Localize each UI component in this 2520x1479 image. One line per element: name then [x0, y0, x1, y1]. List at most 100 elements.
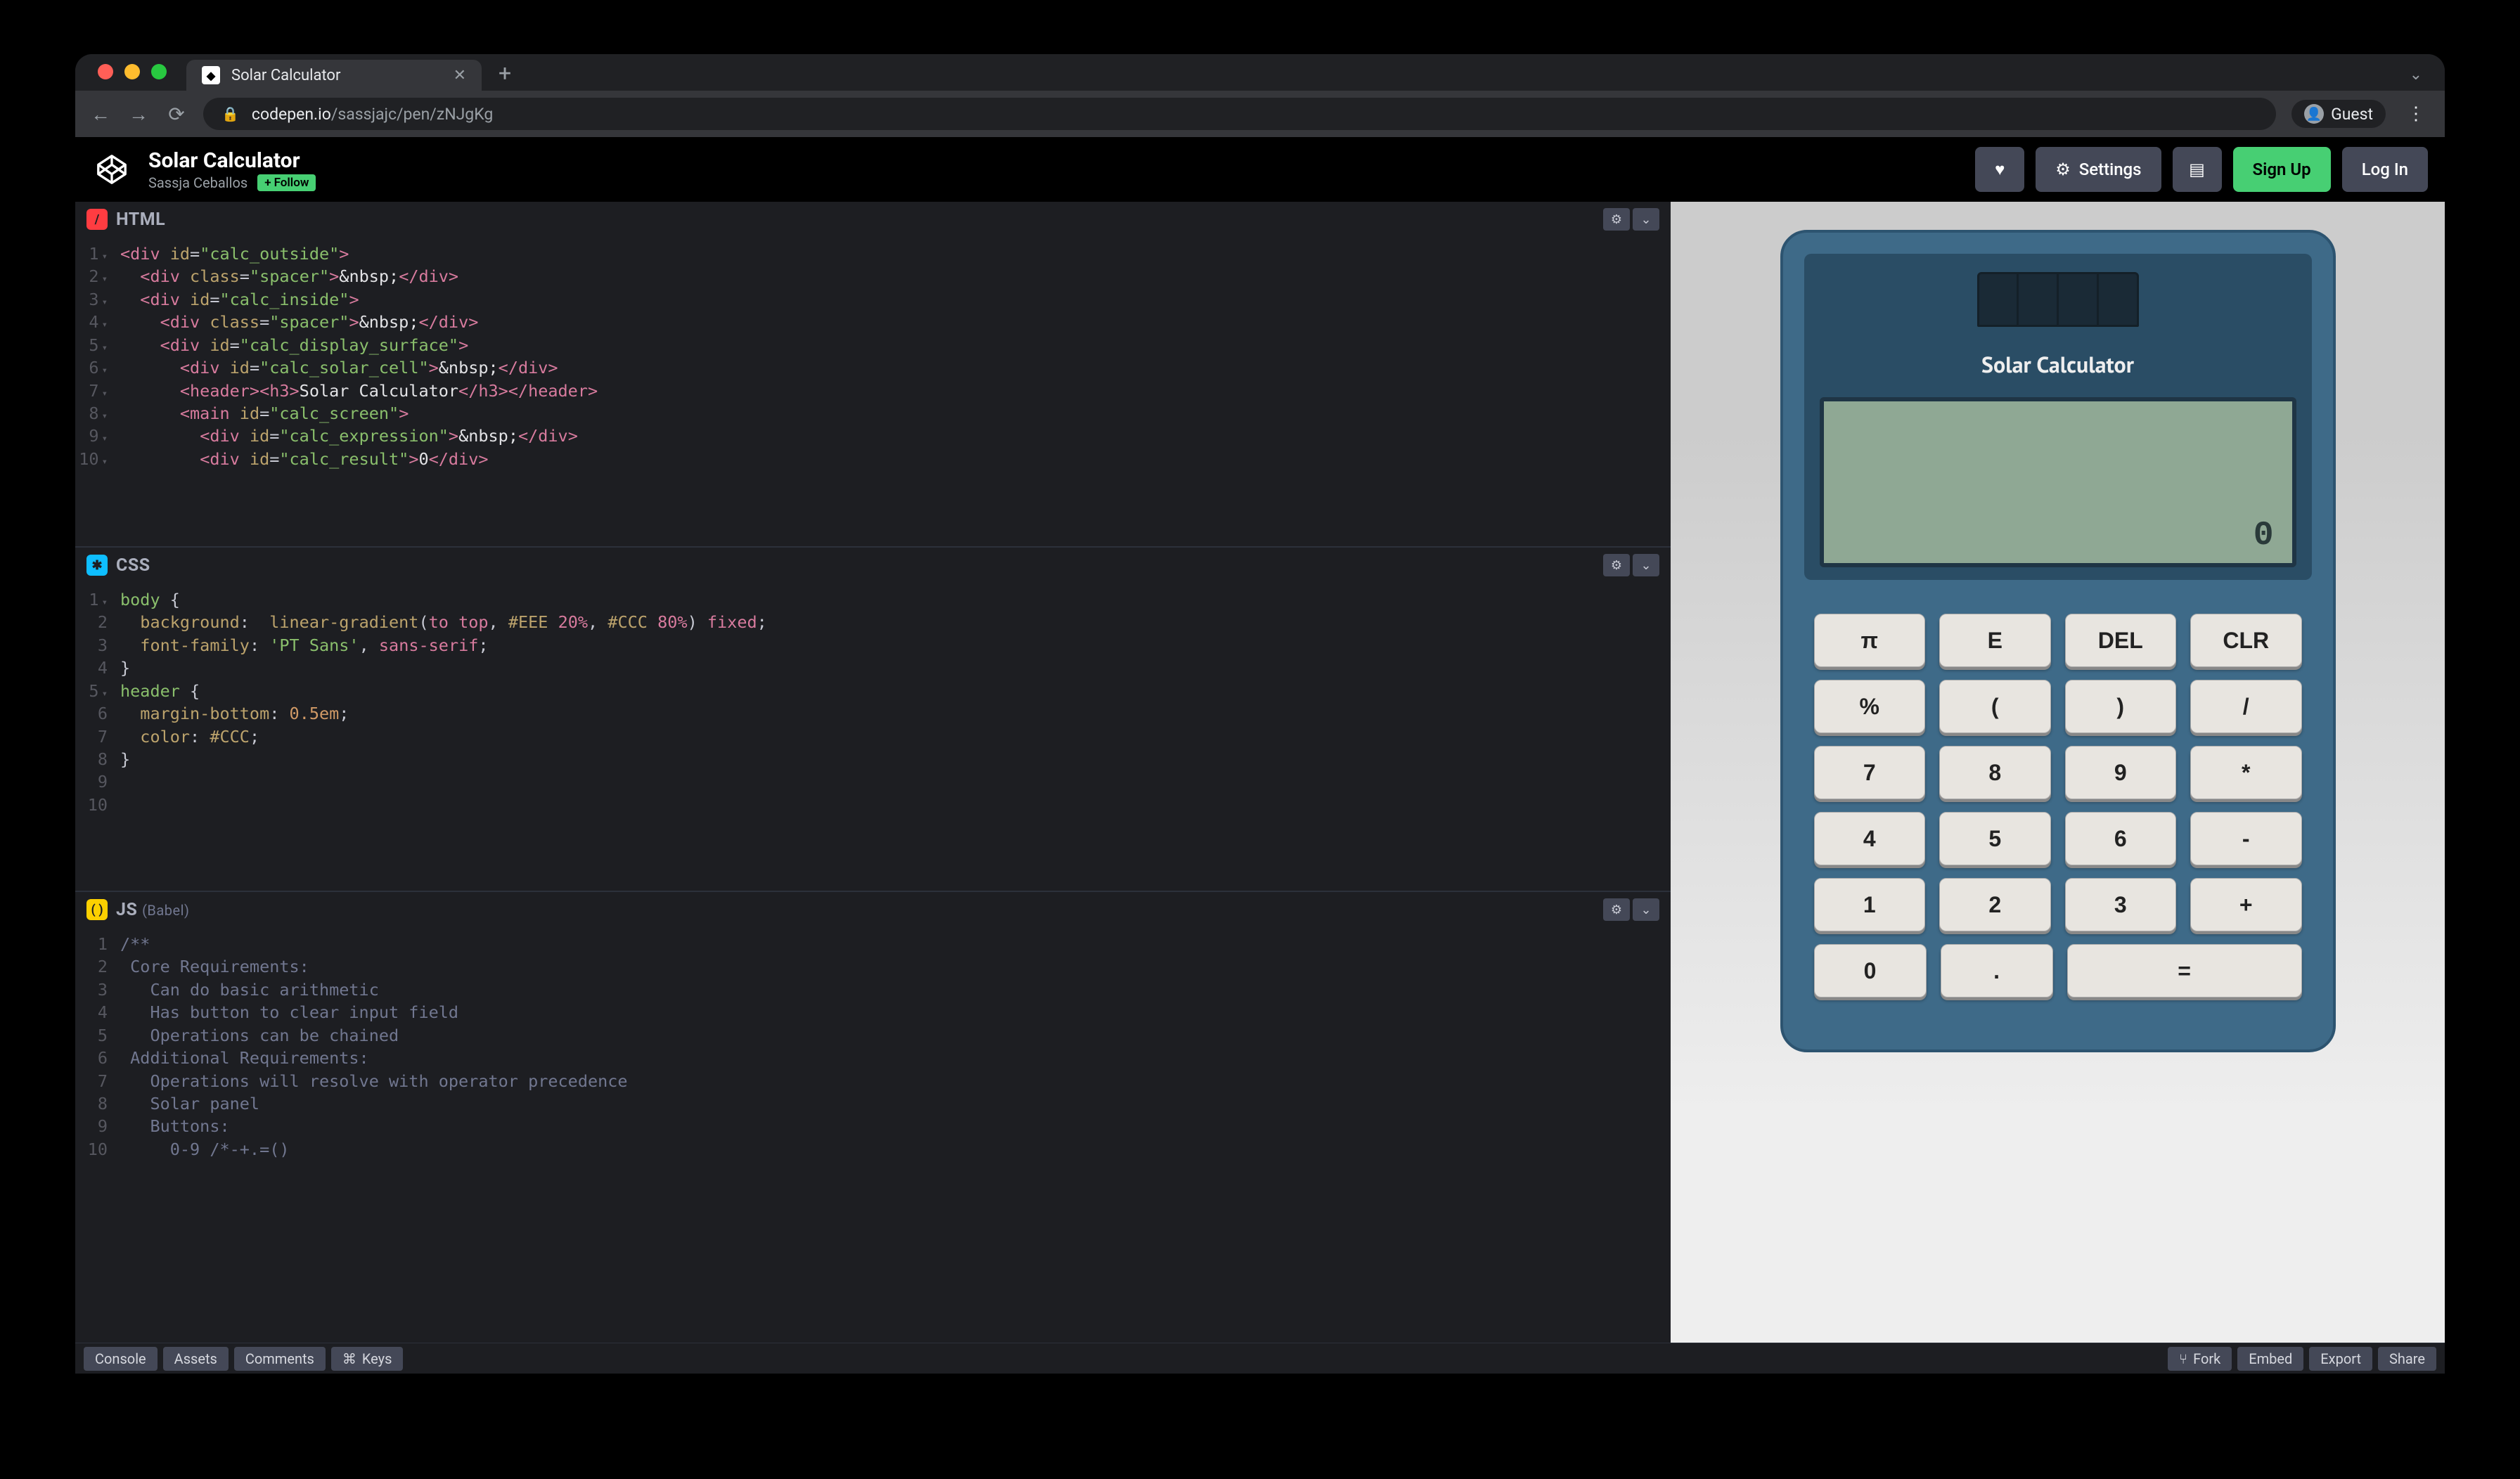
pen-author[interactable]: Sassja Ceballos [148, 174, 248, 191]
keys-button[interactable]: ⌘Keys [331, 1347, 404, 1371]
export-button[interactable]: Export [2309, 1347, 2372, 1371]
lock-icon: 🔒 [221, 105, 239, 122]
css-settings-icon[interactable]: ⚙ [1603, 554, 1630, 576]
calc-5-button[interactable]: 5 [1939, 812, 2051, 865]
fork-icon: ⑂ [2179, 1350, 2187, 1367]
tab-title: Solar Calculator [231, 67, 442, 84]
html-code: <div id="calc_outside"> <div class="spac… [120, 237, 1671, 546]
css-chevron-down-icon[interactable]: ⌄ [1633, 554, 1659, 576]
browser-address-bar: ← → ⟳ 🔒 codepen.io/sassjajc/pen/zNJgKg 👤… [75, 91, 2445, 137]
css-editor[interactable]: 12345678910 body { background: linear-gr… [75, 583, 1671, 891]
signup-button[interactable]: Sign Up [2233, 147, 2331, 192]
browser-tabbar: ◆ Solar Calculator ✕ + ⌄ [75, 54, 2445, 91]
calc-divide-button[interactable]: / [2190, 680, 2302, 733]
header-actions: ♥ ⚙Settings ▤ Sign Up Log In [1975, 147, 2428, 192]
login-button[interactable]: Log In [2342, 147, 2428, 192]
code-panels: / HTML ⚙ ⌄ 12345678910 <div id="calc_out… [75, 202, 1671, 1343]
tab-favicon-icon: ◆ [202, 66, 220, 84]
calc-clr-button[interactable]: CLR [2190, 614, 2302, 667]
calc-rparen-button[interactable]: ) [2065, 680, 2177, 733]
calc-4-button[interactable]: 4 [1814, 812, 1926, 865]
calc-percent-button[interactable]: % [1814, 680, 1926, 733]
html-settings-icon[interactable]: ⚙ [1603, 208, 1630, 231]
calc-multiply-button[interactable]: * [2190, 746, 2302, 799]
comments-button[interactable]: Comments [234, 1347, 326, 1371]
calc-0-button[interactable]: 0 [1814, 944, 1927, 997]
js-code: /** Core Requirements: Can do basic arit… [120, 927, 1671, 1343]
html-panel: / HTML ⚙ ⌄ 12345678910 <div id="calc_out… [75, 202, 1671, 546]
css-panel-header: ✱ CSS ⚙ ⌄ [75, 548, 1671, 583]
calc-2-button[interactable]: 2 [1939, 878, 2051, 931]
calc-9-button[interactable]: 9 [2065, 746, 2177, 799]
layout-icon: ▤ [2189, 160, 2205, 179]
calc-7-button[interactable]: 7 [1814, 746, 1926, 799]
window-controls [98, 64, 167, 79]
nav-back-icon[interactable]: ← [89, 103, 112, 126]
pen-title: Solar Calculator [148, 148, 316, 173]
love-button[interactable]: ♥ [1975, 147, 2024, 192]
settings-button[interactable]: ⚙Settings [2036, 147, 2161, 192]
assets-button[interactable]: Assets [163, 1347, 229, 1371]
calculator-display-surface: Solar Calculator 0 [1804, 254, 2312, 580]
calculator-body: Solar Calculator 0 π E DEL CLR [1780, 230, 2336, 1052]
calculator-result: 0 [2254, 517, 2274, 555]
pen-meta: Solar Calculator Sassja Ceballos + Follo… [148, 148, 316, 191]
html-panel-header: / HTML ⚙ ⌄ [75, 202, 1671, 237]
calc-minus-button[interactable]: - [2190, 812, 2302, 865]
html-editor[interactable]: 12345678910 <div id="calc_outside"> <div… [75, 237, 1671, 546]
window-close-button[interactable] [98, 64, 113, 79]
html-chevron-down-icon[interactable]: ⌄ [1633, 208, 1659, 231]
calc-dot-button[interactable]: . [1941, 944, 2053, 997]
css-panel-label: CSS [116, 555, 150, 576]
js-settings-icon[interactable]: ⚙ [1603, 898, 1630, 921]
tabs-overflow-icon[interactable]: ⌄ [2410, 66, 2431, 84]
follow-button[interactable]: + Follow [257, 174, 316, 191]
url-field[interactable]: 🔒 codepen.io/sassjajc/pen/zNJgKg [203, 98, 2276, 130]
calc-equals-button[interactable]: = [2067, 944, 2302, 997]
js-gutter: 12345678910 [75, 927, 120, 1343]
profile-chip[interactable]: 👤 Guest [2291, 100, 2386, 128]
css-panel: ✱ CSS ⚙ ⌄ 12345678910 body { background:… [75, 546, 1671, 891]
js-chevron-down-icon[interactable]: ⌄ [1633, 898, 1659, 921]
fork-button[interactable]: ⑂Fork [2168, 1347, 2232, 1371]
calc-3-button[interactable]: 3 [2065, 878, 2177, 931]
js-badge-icon: ( ) [86, 899, 108, 920]
js-panel-header: ( ) JS (Babel) ⚙ ⌄ [75, 892, 1671, 927]
avatar-icon: 👤 [2304, 104, 2324, 124]
nav-reload-icon[interactable]: ⟳ [165, 103, 188, 126]
window-maximize-button[interactable] [151, 64, 167, 79]
gear-icon: ⚙ [2055, 160, 2071, 179]
calc-pi-button[interactable]: π [1814, 614, 1926, 667]
js-editor[interactable]: 12345678910 /** Core Requirements: Can d… [75, 927, 1671, 1343]
browser-menu-icon[interactable]: ⋮ [2401, 103, 2431, 124]
browser-window: ◆ Solar Calculator ✕ + ⌄ ← → ⟳ 🔒 codepen… [75, 54, 2445, 1374]
calc-e-button[interactable]: E [1939, 614, 2051, 667]
console-button[interactable]: Console [84, 1347, 158, 1371]
calc-plus-button[interactable]: + [2190, 878, 2302, 931]
nav-forward-icon[interactable]: → [127, 103, 150, 126]
share-button[interactable]: Share [2378, 1347, 2436, 1371]
calc-del-button[interactable]: DEL [2065, 614, 2177, 667]
tab-close-icon[interactable]: ✕ [454, 67, 466, 84]
html-badge-icon: / [86, 209, 108, 230]
html-panel-label: HTML [116, 209, 165, 230]
browser-tab[interactable]: ◆ Solar Calculator ✕ [186, 60, 482, 91]
solar-cell-icon [1977, 272, 2139, 327]
codepen-footer: Console Assets Comments ⌘Keys ⑂Fork Embe… [75, 1343, 2445, 1374]
calculator-screen: 0 [1820, 397, 2296, 567]
url-text: codepen.io/sassjajc/pen/zNJgKg [252, 105, 493, 124]
js-panel: ( ) JS (Babel) ⚙ ⌄ 12345678910 /** Core … [75, 891, 1671, 1343]
css-badge-icon: ✱ [86, 555, 108, 576]
layout-button[interactable]: ▤ [2173, 147, 2222, 192]
new-tab-button[interactable]: + [499, 60, 511, 86]
calc-1-button[interactable]: 1 [1814, 878, 1926, 931]
editor-area: / HTML ⚙ ⌄ 12345678910 <div id="calc_out… [75, 202, 2445, 1343]
profile-label: Guest [2331, 105, 2373, 124]
calculator-title: Solar Calculator [1820, 349, 2296, 379]
calc-6-button[interactable]: 6 [2065, 812, 2177, 865]
window-minimize-button[interactable] [124, 64, 140, 79]
codepen-logo-icon[interactable] [92, 150, 131, 189]
embed-button[interactable]: Embed [2237, 1347, 2303, 1371]
calc-lparen-button[interactable]: ( [1939, 680, 2051, 733]
calc-8-button[interactable]: 8 [1939, 746, 2051, 799]
